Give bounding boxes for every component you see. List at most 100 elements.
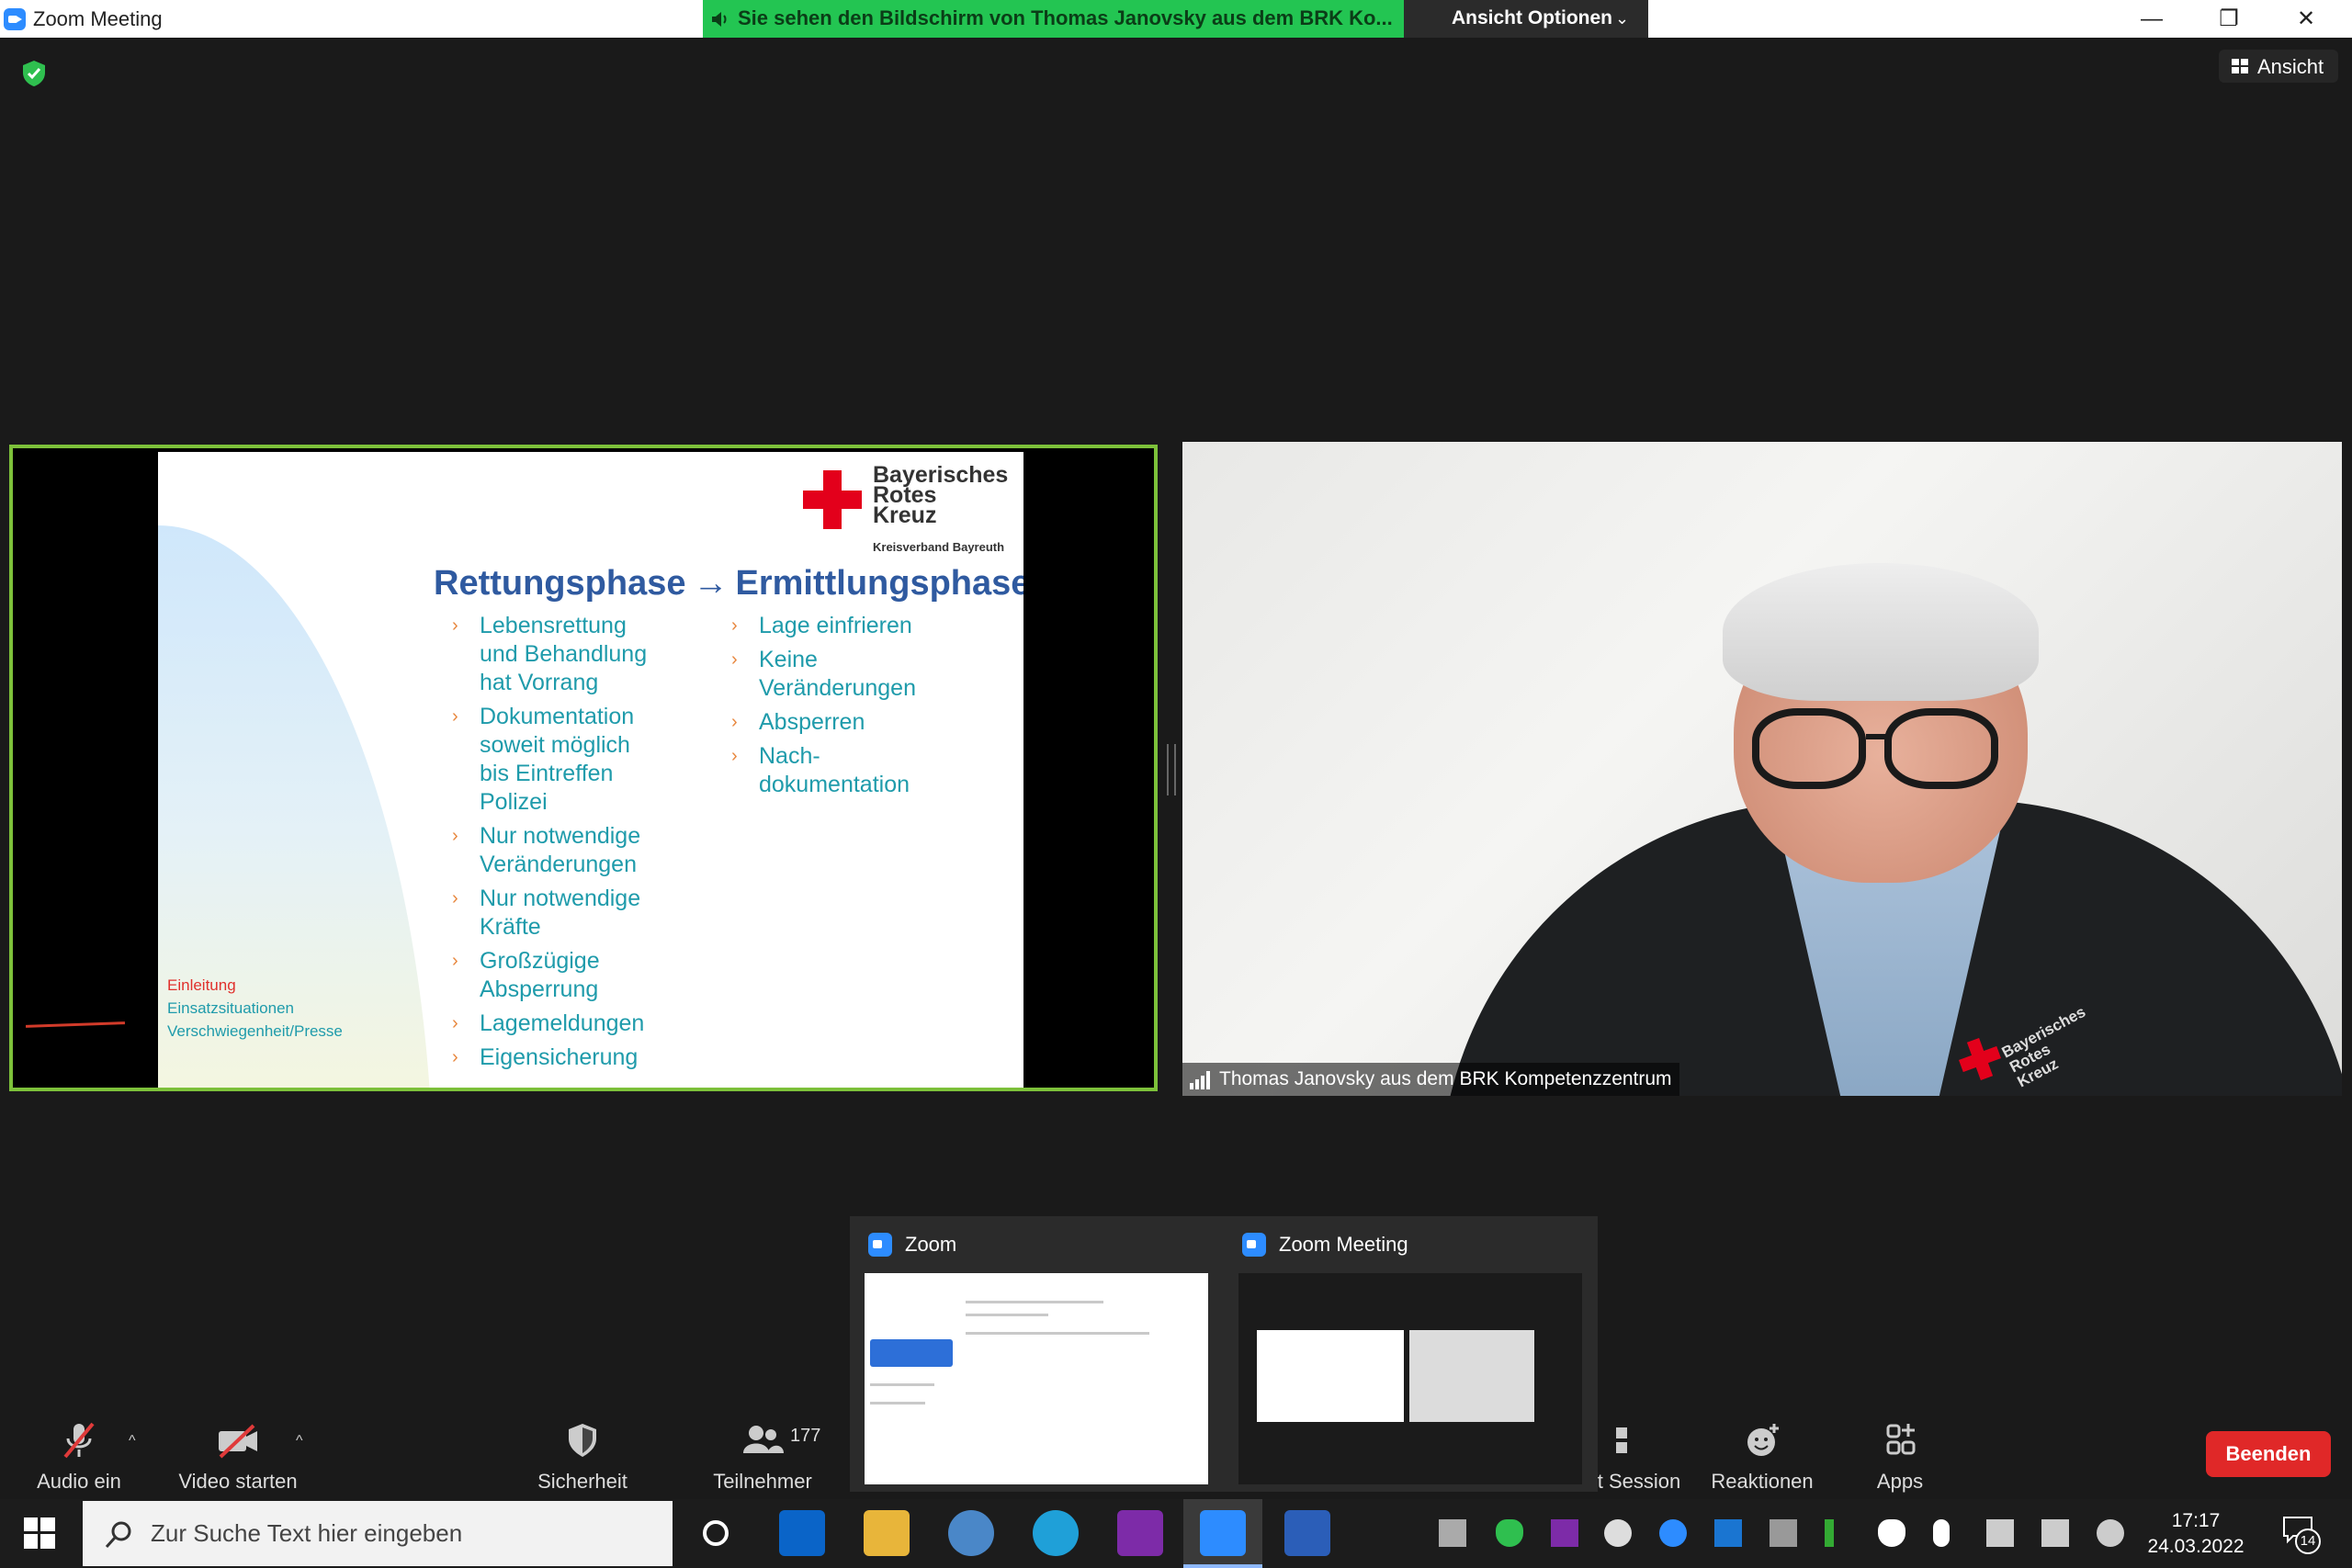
logo-line: Kreuz [873,502,937,528]
security-tray-icon[interactable] [1496,1519,1523,1547]
microphone-icon[interactable] [1933,1519,1950,1547]
thumb-line [966,1301,1103,1303]
list-item: Absperren [724,708,1000,737]
defender-icon[interactable] [1878,1519,1905,1547]
onenote-tray-icon[interactable] [1551,1519,1578,1547]
taskbar-search-input[interactable]: Zur Suche Text hier eingeben [83,1501,673,1566]
edge-icon[interactable] [1033,1510,1079,1556]
video-button[interactable]: Video starten [171,1420,305,1494]
printer-icon[interactable] [1439,1519,1466,1547]
red-cross-logo [803,470,862,529]
audio-options-caret[interactable]: ^ [129,1433,136,1450]
glasses-left [1752,708,1866,789]
slide-navigation: Einleitung Einsatzsituationen Verschwieg… [167,974,343,1043]
video-label: Video starten [178,1470,298,1493]
apps-icon [1886,1424,1916,1455]
battery-icon[interactable] [1986,1519,2014,1547]
breakout-label: t Session [1597,1470,1681,1493]
taskbar-clock[interactable]: 17:17 24.03.2022 [2141,1508,2251,1560]
annotation-line [25,1021,126,1028]
participants-label: Teilnehmer [713,1470,812,1493]
slide-heading: Rettungsphase → Ermittlungsphase [434,564,1023,604]
grid-icon [2232,59,2248,73]
list-item: Nur notwendige Kräfte [445,885,720,942]
participant-name: Thomas Janovsky aus dem BRK Kompetenzzen… [1219,1068,1672,1089]
encryption-shield-icon[interactable] [20,59,48,88]
bullet-list-ermittlung: Lage einfrieren Keine Veränderungen Absp… [724,612,1000,805]
participant-name-tag: Thomas Janovsky aus dem BRK Kompetenzzen… [1182,1063,1679,1096]
glasses-bridge [1866,734,1888,739]
glasses-right [1884,708,1998,789]
close-button[interactable]: ✕ [2269,0,2343,38]
breakout-icon [1616,1427,1627,1453]
thumb-line [966,1314,1048,1316]
list-item: Eigensicherung [445,1043,720,1072]
notification-count: 14 [2295,1529,2321,1554]
apps-button[interactable]: Apps [1863,1420,1937,1494]
reactions-label: Reaktionen [1711,1470,1814,1493]
meeting-toolbar: Audio ein ^ Video starten ^ Sicherheit T… [0,1405,2352,1497]
security-label: Sicherheit [537,1470,628,1493]
security-button[interactable]: Sicherheit [533,1420,632,1494]
zoom-tray-icon[interactable] [1659,1519,1687,1547]
file-explorer-icon[interactable] [864,1510,910,1556]
windows-start-icon[interactable] [24,1517,55,1549]
zoom-app-icon[interactable] [1200,1510,1246,1556]
heading-left: Rettungsphase [434,564,686,603]
notification-center-icon[interactable]: 14 [2282,1516,2321,1554]
reactions-button[interactable]: Reaktionen [1707,1420,1817,1494]
cortana-icon[interactable] [693,1510,739,1556]
onedrive-icon[interactable] [1604,1519,1632,1547]
preview-title: Zoom [905,1233,957,1256]
view-button[interactable]: Ansicht [2219,50,2338,83]
zoom-app-icon [868,1233,892,1257]
title-bar: Zoom Meeting Sie sehen den Bildschirm vo… [0,0,2352,38]
logo-text: Bayerisches Rotes Kreuz [873,464,1008,528]
clock-date: 24.03.2022 [2147,1536,2245,1557]
view-options-label: Ansicht Optionen [1452,7,1612,28]
network-icon[interactable] [2041,1519,2069,1547]
snipping-tool-icon[interactable] [948,1510,994,1556]
list-item: Nach- dokumentation [724,742,1000,799]
end-meeting-button[interactable]: Beenden [2206,1431,2331,1477]
speaker-video[interactable]: Bayerisches Rotes Kreuz [1182,442,2342,1096]
shared-screen[interactable]: Bayerisches Rotes Kreuz Kreisverband Bay… [9,445,1158,1091]
presentation-slide: Bayerisches Rotes Kreuz Kreisverband Bay… [158,452,1023,1088]
list-item: Lagemeldungen [445,1010,720,1038]
search-icon [105,1521,131,1549]
audio-button[interactable]: Audio ein [33,1420,125,1494]
skype-icon[interactable] [1714,1519,1742,1547]
person-hair [1723,563,2039,701]
video-options-caret[interactable]: ^ [296,1433,303,1450]
onenote-icon[interactable] [1117,1510,1163,1556]
zoom-app-icon [4,8,26,30]
volume-icon[interactable] [2097,1519,2124,1547]
logo-subtitle: Kreisverband Bayreuth [873,540,1005,554]
video-off-icon [219,1424,257,1459]
arrow-right-icon: → [693,564,729,603]
heading-right: Ermittlungsphase [735,564,1023,603]
outlook-icon[interactable] [779,1510,825,1556]
emoji-plus-icon [1747,1424,1779,1456]
windows-taskbar: Zur Suche Text hier eingeben 17:17 24.03… [0,1499,2352,1568]
minimize-button[interactable]: — [2115,0,2188,38]
screen-share-banner[interactable]: Sie sehen den Bildschirm von Thomas Jano… [703,0,1404,38]
bullet-list-rettung: Lebensrettung und Behandlung hat Vorrang… [445,612,720,1077]
nav-item: Einsatzsituationen [167,999,294,1017]
split-view-handle[interactable] [1167,744,1176,795]
list-item: Nur notwendige Veränderungen [445,822,720,879]
nav-item: Einleitung [167,976,236,994]
share-banner-text: Sie sehen den Bildschirm von Thomas Jano… [738,6,1393,29]
apps-label: Apps [1876,1470,1924,1493]
restore-button[interactable]: ❐ [2192,0,2266,38]
more-tray-icon[interactable] [1825,1519,1834,1547]
thumb-highlight [870,1339,953,1367]
view-options-dropdown[interactable]: Ansicht Optionen ⌄ [1404,0,1648,38]
thumb-line [870,1402,925,1404]
thumb-line [870,1383,934,1386]
breakout-session-button[interactable]: t Session [1595,1420,1683,1494]
list-item: Dokumentation soweit möglich bis Eintref… [445,703,720,817]
printer-tray-icon[interactable] [1770,1519,1797,1547]
window-title: Zoom Meeting [33,7,163,30]
word-icon[interactable] [1284,1510,1330,1556]
